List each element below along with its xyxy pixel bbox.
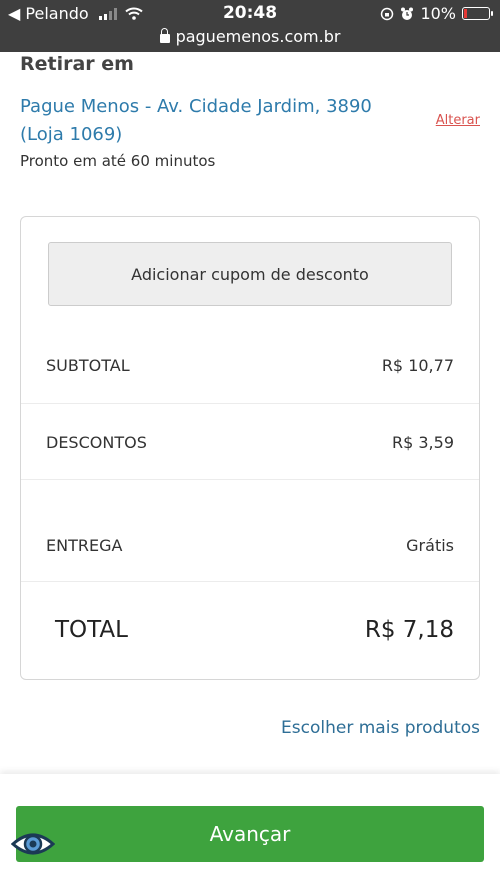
total-row: TOTAL R$ 7,18 <box>21 610 479 650</box>
discount-label: DESCONTOS <box>46 432 147 452</box>
store-name: Pague Menos - Av. Cidade Jardim, 3890 (L… <box>20 96 372 145</box>
battery-percent: 10% <box>420 4 456 23</box>
delivery-label: ENTREGA <box>46 535 123 555</box>
delivery-value: Grátis <box>406 535 454 555</box>
total-label: TOTAL <box>55 617 128 643</box>
url-text: paguemenos.com.br <box>175 27 341 46</box>
status-bar: ◀ Pelando 20:48 10% paguemenos.com.br <box>0 0 500 52</box>
delivery-row: ENTREGA Grátis <box>21 527 479 563</box>
advance-button[interactable]: Avançar <box>16 806 484 862</box>
subtotal-label: SUBTOTAL <box>46 355 130 375</box>
alarm-icon <box>401 7 414 20</box>
add-coupon-button[interactable]: Adicionar cupom de desconto <box>48 242 452 306</box>
rotation-lock-icon <box>381 7 394 20</box>
lock-icon <box>159 28 170 43</box>
address-bar[interactable]: paguemenos.com.br <box>0 27 500 46</box>
discount-row: DESCONTOS R$ 3,59 <box>21 424 479 460</box>
status-right: 10% <box>380 4 493 23</box>
divider <box>21 403 479 404</box>
divider <box>21 581 479 582</box>
eye-icon[interactable] <box>11 827 55 861</box>
subtotal-value: R$ 10,77 <box>381 355 454 375</box>
choose-more-products-link[interactable]: Escolher mais produtos <box>281 718 480 738</box>
discount-value: R$ 3,59 <box>391 432 454 452</box>
ready-time: Pronto em até 60 minutos <box>20 152 216 170</box>
divider <box>21 479 479 480</box>
battery-icon <box>462 7 493 20</box>
total-value: R$ 7,18 <box>364 617 454 643</box>
pickup-title: Retirar em <box>20 53 134 75</box>
order-summary-card: Adicionar cupom de desconto SUBTOTAL R$ … <box>20 216 480 680</box>
subtotal-row: SUBTOTAL R$ 10,77 <box>21 347 479 383</box>
change-store-link[interactable]: Alterar <box>436 113 480 128</box>
